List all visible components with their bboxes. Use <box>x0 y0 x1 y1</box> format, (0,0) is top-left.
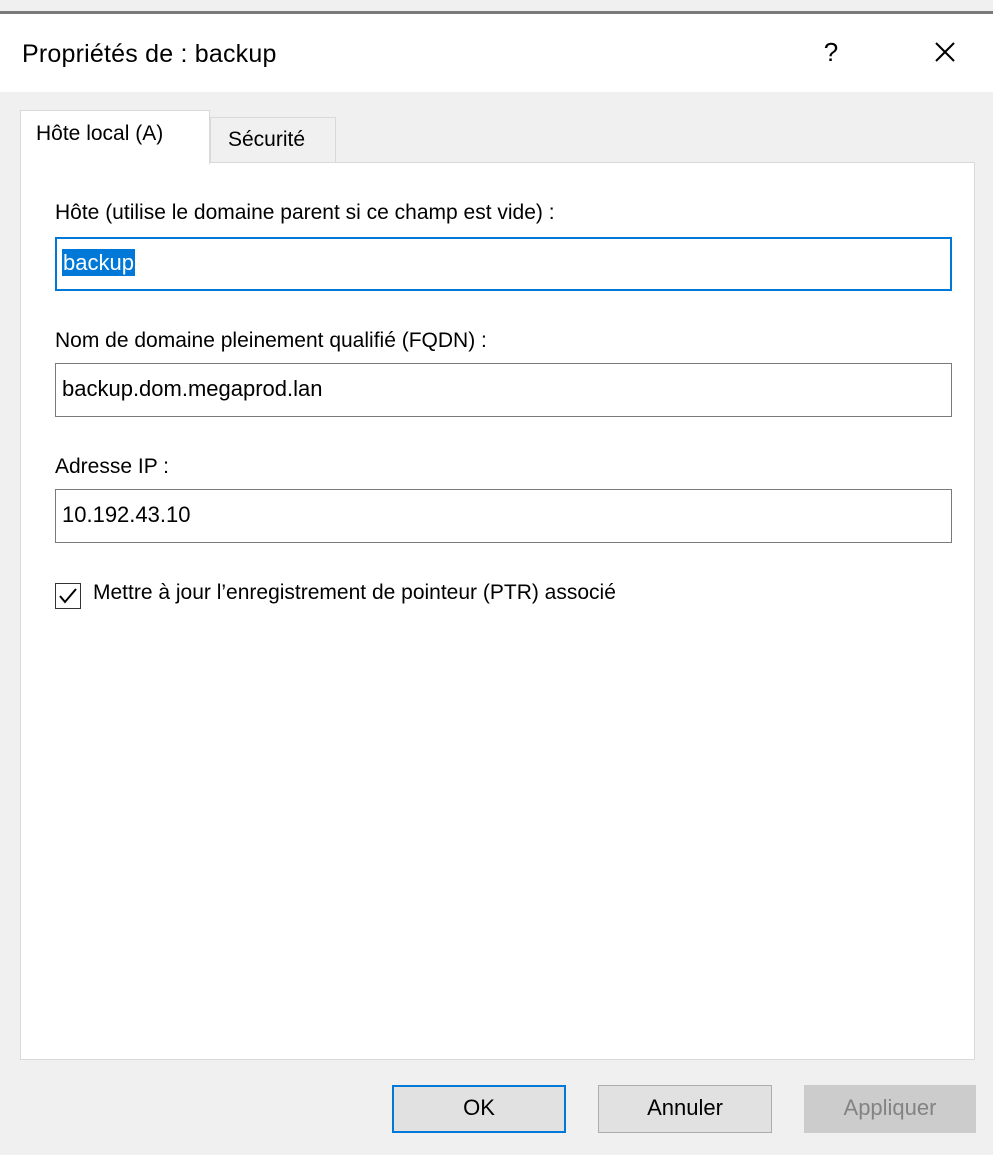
apply-button[interactable]: Appliquer <box>804 1085 976 1133</box>
ip-address-value: 10.192.43.10 <box>62 502 191 527</box>
host-label: Hôte (utilise le domaine parent si ce ch… <box>55 201 555 224</box>
window-title: Propriétés de : backup <box>22 40 277 68</box>
ip-label: Adresse IP : <box>55 455 170 478</box>
ptr-checkbox-label[interactable]: Mettre à jour l’enregistrement de pointe… <box>93 581 616 605</box>
help-button[interactable]: ? <box>808 24 854 80</box>
close-button[interactable] <box>922 26 968 78</box>
fqdn-field[interactable]: backup.dom.megaprod.lan <box>55 363 952 417</box>
fqdn-label: Nom de domaine pleinement qualifié (FQDN… <box>55 329 487 352</box>
tab-securite[interactable]: Sécurité <box>210 117 336 163</box>
tab-hote-local[interactable]: Hôte local (A) <box>20 110 210 164</box>
properties-dialog: Propriétés de : backup ? Hôte local (A) … <box>0 0 993 1155</box>
ip-address-input[interactable]: 10.192.43.10 <box>55 489 952 543</box>
window-top-border <box>0 0 993 14</box>
fqdn-field-value: backup.dom.megaprod.lan <box>62 376 323 401</box>
close-icon <box>922 26 968 78</box>
host-input-value: backup <box>62 249 135 276</box>
ok-button[interactable]: OK <box>392 1085 566 1133</box>
cancel-button[interactable]: Annuler <box>598 1085 772 1133</box>
title-bar: Propriétés de : backup ? <box>0 14 993 92</box>
tab-panel-hote-local: Hôte (utilise le domaine parent si ce ch… <box>20 162 975 1060</box>
host-input[interactable]: backup <box>55 237 952 291</box>
ptr-checkbox[interactable] <box>55 583 81 609</box>
checkmark-icon <box>56 584 80 608</box>
